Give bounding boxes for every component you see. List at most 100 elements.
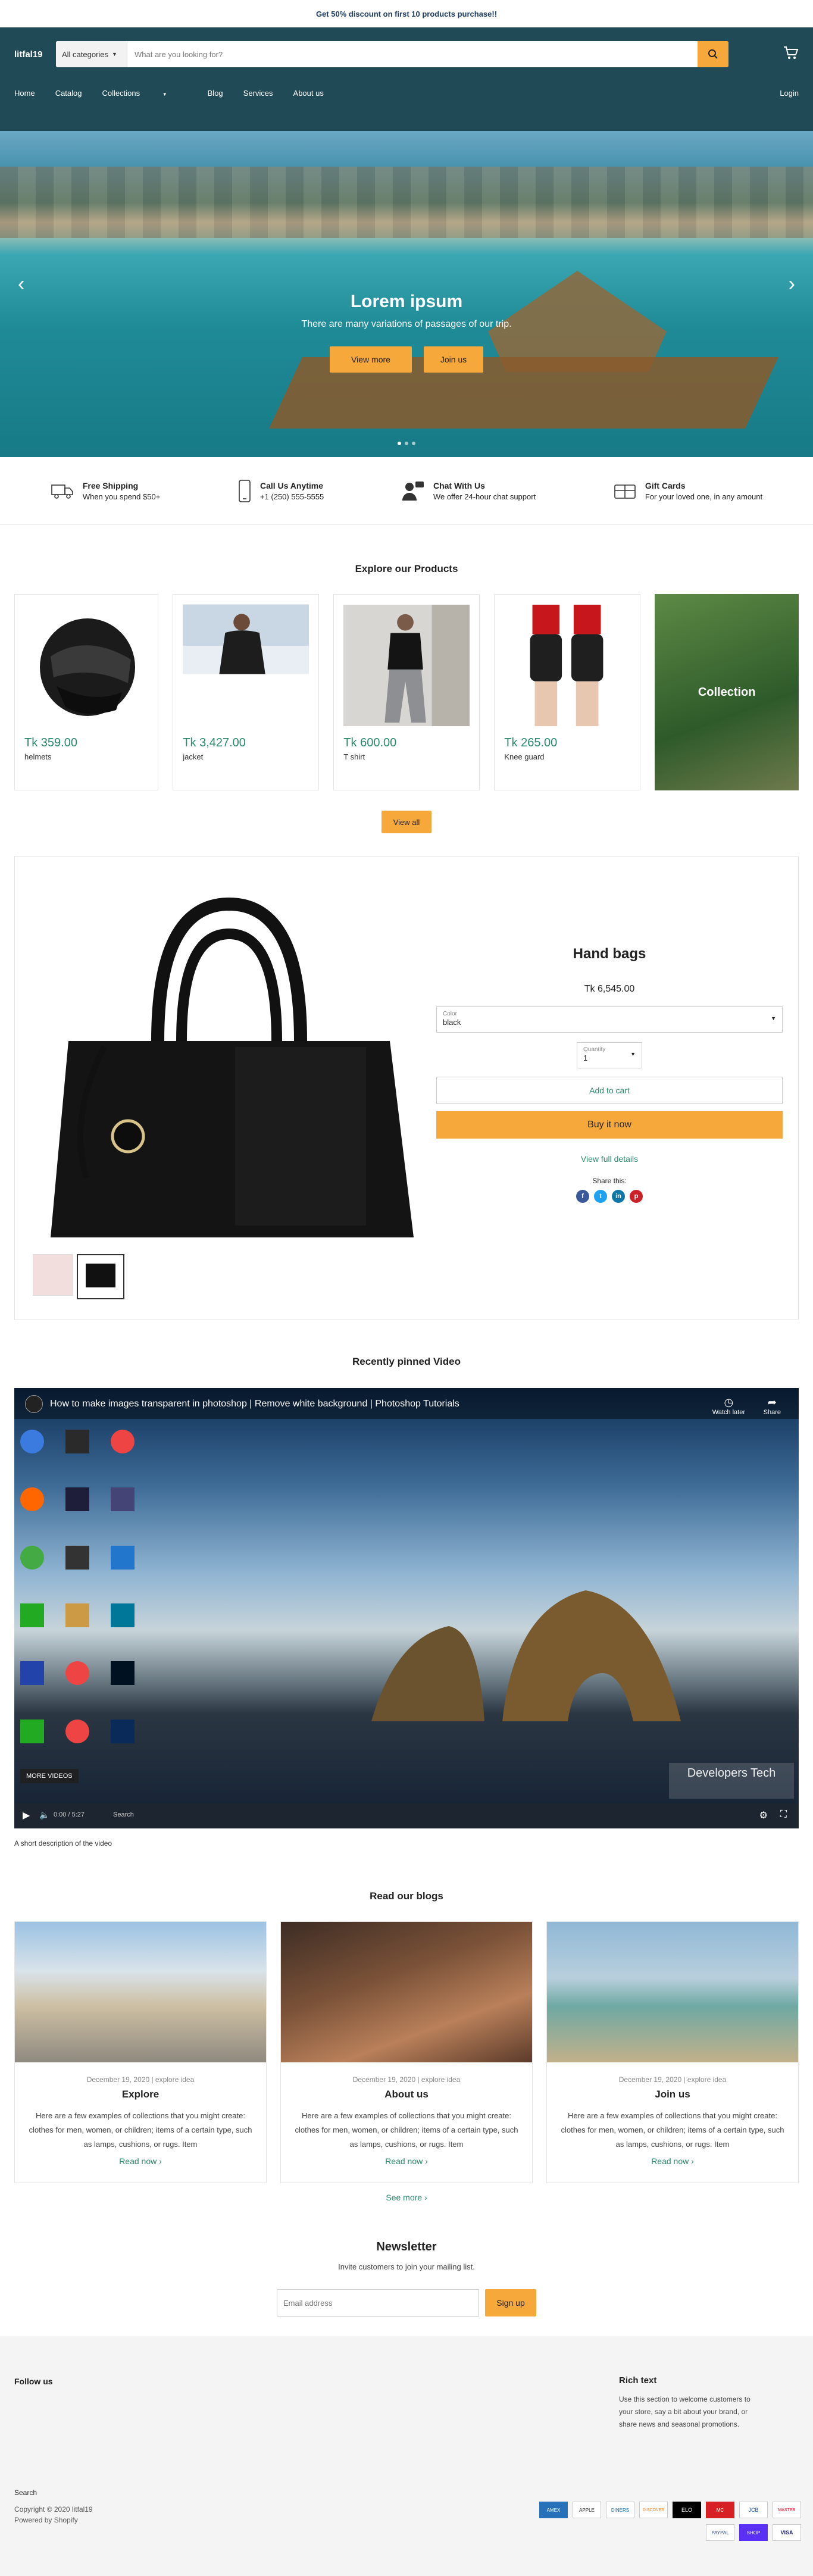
nav-about[interactable]: About us bbox=[293, 89, 324, 98]
email-field[interactable] bbox=[277, 2289, 479, 2316]
elo-icon: ELO bbox=[673, 2502, 701, 2518]
volume-icon[interactable]: 🔈 bbox=[39, 1810, 49, 1820]
view-all-button[interactable]: View all bbox=[382, 811, 431, 833]
footer-search-link[interactable]: Search bbox=[14, 2489, 37, 2497]
store-logo[interactable]: litfal19 bbox=[14, 49, 56, 60]
paypal-icon: PAYPAL bbox=[706, 2524, 734, 2541]
jcb-icon: JCB bbox=[739, 2502, 768, 2518]
blog-excerpt: Here are a few examples of collections t… bbox=[29, 2111, 252, 2149]
desktop-icons bbox=[20, 1430, 157, 1763]
product-price: Tk 600.00 bbox=[343, 736, 397, 749]
product-card[interactable]: Tk 265.00 Knee guard bbox=[494, 594, 641, 790]
color-select[interactable]: Color black ▼ bbox=[436, 1006, 783, 1033]
quantity-label: Quantity bbox=[583, 1046, 606, 1053]
join-us-button[interactable]: Join us bbox=[424, 346, 483, 373]
hero-subtitle: There are many variations of passages of… bbox=[301, 319, 512, 329]
blog-card[interactable]: December 19, 2020 | explore idea About u… bbox=[280, 1921, 533, 2183]
apple-pay-icon: APPLE bbox=[573, 2502, 601, 2518]
linkedin-icon[interactable]: in bbox=[612, 1190, 625, 1203]
feature-sub: We offer 24-hour chat support bbox=[433, 492, 536, 501]
search-button[interactable] bbox=[698, 41, 728, 67]
feature-sub: +1 (250) 555-5555 bbox=[259, 492, 324, 501]
login-link[interactable]: Login bbox=[780, 89, 799, 98]
read-now-link[interactable]: Read now › bbox=[281, 2156, 532, 2166]
channel-avatar[interactable] bbox=[25, 1395, 43, 1413]
announcement-text: Get 50% discount on first 10 products pu… bbox=[315, 9, 498, 18]
see-more-label: See more bbox=[386, 2193, 423, 2202]
cart-button[interactable] bbox=[783, 46, 799, 63]
product-card[interactable]: Tk 359.00 helmets bbox=[14, 594, 159, 790]
feature-sub: When you spend $50+ bbox=[82, 492, 161, 501]
feature-shipping: Free Shipping When you spend $50+ bbox=[51, 481, 160, 501]
rich-text-heading: Rich text bbox=[619, 2375, 657, 2386]
more-videos-button[interactable]: MORE VIDEOS bbox=[20, 1769, 79, 1783]
facebook-icon[interactable]: f bbox=[576, 1190, 589, 1203]
search-input[interactable] bbox=[127, 41, 698, 67]
video-title[interactable]: How to make images transparent in photos… bbox=[50, 1399, 459, 1409]
twitter-icon[interactable]: t bbox=[594, 1190, 607, 1203]
powered-by-text: Powered by Shopify bbox=[14, 2516, 78, 2524]
view-more-button[interactable]: View more bbox=[330, 346, 412, 373]
chevron-right-icon[interactable]: › bbox=[789, 273, 795, 296]
clock-icon: ◷ bbox=[724, 1396, 734, 1408]
add-to-cart-button[interactable]: Add to cart bbox=[436, 1077, 783, 1104]
nav-collections[interactable]: Collections ▼ bbox=[102, 89, 187, 98]
thumbnail-black[interactable] bbox=[77, 1254, 124, 1299]
blog-title[interactable]: Join us bbox=[547, 2089, 798, 2100]
product-price: Tk 359.00 bbox=[24, 736, 77, 749]
thumbnail-red[interactable] bbox=[33, 1254, 73, 1296]
chevron-left-icon[interactable]: ‹ bbox=[18, 273, 24, 296]
fullscreen-icon[interactable]: ⛶ bbox=[780, 1809, 787, 1820]
play-icon[interactable]: ▶ bbox=[23, 1809, 30, 1821]
read-now-label: Read now bbox=[385, 2156, 423, 2166]
blog-title[interactable]: Explore bbox=[15, 2089, 266, 2100]
feature-title: Free Shipping bbox=[82, 480, 139, 490]
sign-up-button[interactable]: Sign up bbox=[485, 2289, 536, 2316]
read-now-link[interactable]: Read now › bbox=[547, 2156, 798, 2166]
amex-icon: AMEX bbox=[539, 2502, 568, 2518]
cart-icon bbox=[784, 46, 799, 59]
blog-card[interactable]: December 19, 2020 | explore idea Explore… bbox=[14, 1921, 267, 2183]
settings-icon[interactable]: ⚙ bbox=[759, 1809, 768, 1821]
read-now-link[interactable]: Read now › bbox=[15, 2156, 266, 2166]
quantity-select[interactable]: Quantity 1 ▼ bbox=[577, 1042, 642, 1068]
buy-now-button[interactable]: Buy it now bbox=[436, 1111, 783, 1139]
category-select[interactable]: All categories ▼ bbox=[56, 41, 127, 67]
nav-services[interactable]: Services bbox=[243, 89, 273, 98]
features-row: Free Shipping When you spend $50+ Call Us… bbox=[0, 457, 813, 525]
feature-title: Call Us Anytime bbox=[259, 480, 324, 490]
video-player[interactable]: How to make images transparent in photos… bbox=[14, 1388, 799, 1828]
quantity-value: 1 bbox=[583, 1053, 588, 1062]
nav-blog[interactable]: Blog bbox=[208, 89, 223, 98]
truck-icon bbox=[51, 484, 73, 499]
product-card[interactable]: Tk 3,427.00 jacket bbox=[173, 594, 320, 790]
hero-title: Lorem ipsum bbox=[350, 292, 463, 311]
collection-card[interactable]: Collection bbox=[655, 594, 799, 790]
chevron-down-icon: ▼ bbox=[771, 1015, 776, 1021]
see-more-link[interactable]: See more › bbox=[0, 2193, 813, 2202]
site-header: litfal19 All categories ▼ Home Catalog C… bbox=[0, 27, 813, 131]
view-details-link[interactable]: View full details bbox=[436, 1154, 783, 1164]
feature-call: Call Us Anytime +1 (250) 555-5555 bbox=[237, 479, 324, 503]
nav-catalog[interactable]: Catalog bbox=[55, 89, 82, 98]
slide-dot[interactable] bbox=[412, 442, 415, 445]
slide-dot[interactable] bbox=[405, 442, 408, 445]
video-controls: ▶ 🔈 0:00 / 5:27 Search ⚙ ⛶ bbox=[14, 1803, 799, 1828]
maestro-icon: MC bbox=[706, 2502, 734, 2518]
nav-home[interactable]: Home bbox=[14, 89, 35, 98]
share-button[interactable]: ➦ Share bbox=[764, 1396, 781, 1416]
payment-icons: AMEX APPLE DINERS DISCOVER ELO MC JCB MA… bbox=[527, 2502, 801, 2541]
newsletter-title: Newsletter bbox=[376, 2240, 437, 2253]
watch-later-button[interactable]: ◷ Watch later bbox=[712, 1396, 745, 1416]
pinterest-icon[interactable]: p bbox=[630, 1190, 643, 1203]
product-image bbox=[183, 604, 309, 727]
blog-card[interactable]: December 19, 2020 | explore idea Join us… bbox=[546, 1921, 799, 2183]
blog-meta: December 19, 2020 | explore idea bbox=[86, 2075, 195, 2084]
site-footer: Follow us Rich text Use this section to … bbox=[0, 2336, 813, 2576]
read-now-label: Read now bbox=[651, 2156, 689, 2166]
watch-later-label: Watch later bbox=[712, 1409, 745, 1416]
product-card[interactable]: Tk 600.00 T shirt bbox=[333, 594, 480, 790]
blog-title[interactable]: About us bbox=[281, 2089, 532, 2100]
slide-dot[interactable] bbox=[398, 442, 401, 445]
copyright-text: Copyright © 2020 litfal19 bbox=[14, 2505, 93, 2514]
